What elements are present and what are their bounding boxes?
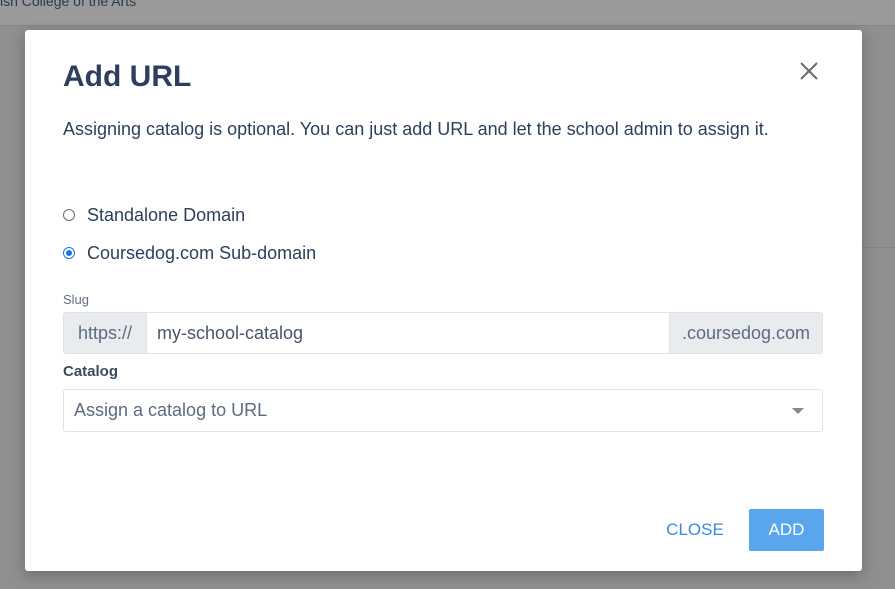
catalog-select-placeholder: Assign a catalog to URL <box>74 400 268 420</box>
standalone-domain-radio[interactable] <box>63 209 75 221</box>
slug-prefix: https:// <box>64 313 147 353</box>
option-standalone-domain[interactable]: Standalone Domain <box>63 203 245 227</box>
coursedog-subdomain-radio[interactable] <box>63 247 75 259</box>
standalone-domain-label: Standalone Domain <box>87 204 246 225</box>
option-coursedog-subdomain[interactable]: Coursedog.com Sub-domain <box>63 241 316 265</box>
close-button[interactable]: CLOSE <box>656 509 734 551</box>
slug-label: Slug <box>63 292 90 307</box>
chevron-down-icon <box>792 407 804 414</box>
slug-input[interactable] <box>147 313 669 353</box>
dialog-description: Assigning catalog is optional. You can j… <box>63 119 769 139</box>
catalog-select[interactable]: Assign a catalog to URL <box>63 389 823 432</box>
slug-suffix: .coursedog.com <box>669 313 822 353</box>
add-url-dialog: Add URL Assigning catalog is optional. Y… <box>25 30 862 571</box>
close-icon[interactable] <box>796 58 822 84</box>
slug-input-group: https:// .coursedog.com <box>63 312 823 354</box>
background-header: ish College of the Arts <box>0 0 895 26</box>
dialog-title: Add URL <box>63 60 192 93</box>
coursedog-subdomain-label: Coursedog.com Sub-domain <box>87 242 317 263</box>
background-header-text: ish College of the Arts <box>0 0 137 9</box>
background-divider <box>862 247 895 248</box>
add-button[interactable]: ADD <box>749 509 824 551</box>
catalog-label: Catalog <box>63 363 119 380</box>
